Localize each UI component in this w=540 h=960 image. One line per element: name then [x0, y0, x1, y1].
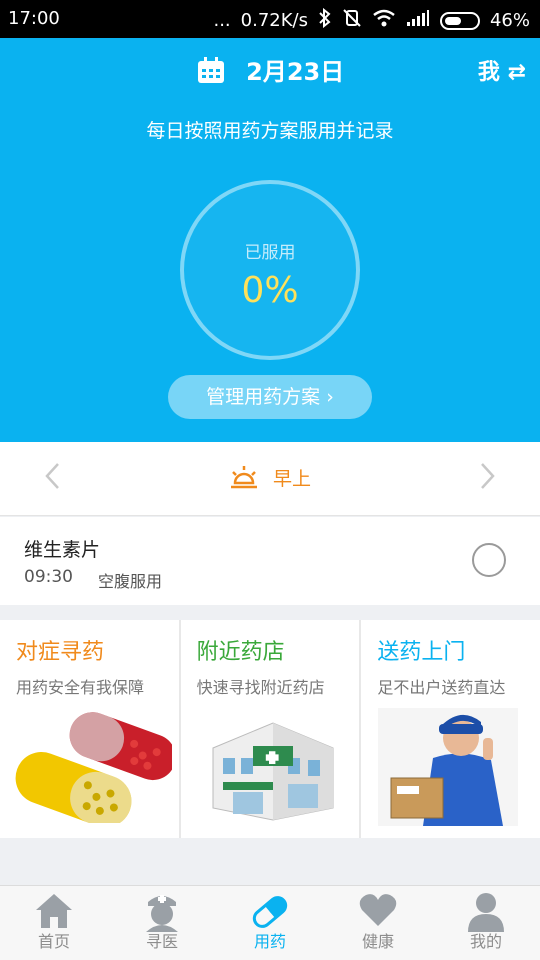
nav-label: 首页: [37, 932, 70, 951]
progress-label: 已服用: [244, 243, 296, 263]
card-subtitle: 快速寻找附近药店: [196, 678, 325, 697]
card-subtitle: 用药安全有我保障: [16, 678, 145, 697]
period-selector: 早上: [0, 442, 540, 516]
card-title: 对症寻药: [16, 640, 105, 665]
nav-home[interactable]: 首页: [0, 886, 108, 960]
status-dots: ...: [213, 10, 231, 31]
progress-ring: 已服用 0%: [180, 180, 360, 360]
nav-profile[interactable]: 我的: [432, 886, 540, 960]
service-cards: 对症寻药 用药安全有我保障 附近药店 快速寻找附近药店 送药上门 足不出户送药直…: [0, 620, 540, 838]
battery-percent: 46%: [489, 10, 530, 31]
progress-value: 0%: [241, 270, 299, 311]
taken-checkbox[interactable]: [472, 543, 506, 577]
calendar-icon: [196, 57, 226, 91]
doctor-icon: [146, 895, 178, 932]
card-title: 送药上门: [377, 640, 466, 665]
nav-label: 用药: [253, 932, 286, 951]
vibrate-off-icon: [342, 8, 362, 33]
card-title: 附近药店: [196, 640, 285, 665]
current-date: 2月23日: [246, 58, 345, 86]
status-indicators: ... 0.72K/s 46%: [213, 7, 530, 33]
nav-health[interactable]: 健康: [324, 886, 432, 960]
switch-user-button[interactable]: 我 ⇄: [478, 54, 526, 86]
nav-label: 我的: [469, 932, 502, 951]
medication-header: 2月23日 我 ⇄ 每日按照用药方案服用并记录 已服用 0% 管理用药方案 ›: [0, 38, 540, 442]
card-nearby-pharmacy[interactable]: 附近药店 快速寻找附近药店: [180, 620, 360, 838]
status-time: 17:00: [8, 8, 60, 29]
period-label-row: 早上: [0, 464, 540, 496]
period-label: 早上: [273, 468, 312, 490]
card-symptom-search[interactable]: 对症寻药 用药安全有我保障: [0, 620, 179, 838]
pill-icon: [252, 896, 288, 928]
medication-item[interactable]: 维生素片 09:30 空腹服用: [0, 517, 540, 605]
user-icon: [468, 893, 504, 932]
pharmacy-building-image: [193, 708, 343, 827]
chevron-right-icon[interactable]: [480, 462, 496, 498]
wifi-icon: [372, 9, 396, 32]
capsules-image: [12, 708, 176, 828]
home-icon: [36, 894, 72, 928]
date-selector[interactable]: 2月23日: [0, 52, 540, 91]
nav-label: 健康: [361, 932, 394, 951]
card-subtitle: 足不出户送药直达: [377, 678, 506, 697]
medication-name: 维生素片: [24, 539, 101, 561]
signal-icon: [406, 9, 430, 32]
status-bar: 17:00 ... 0.72K/s 46%: [0, 0, 540, 38]
sunrise-icon: [229, 465, 259, 496]
nav-label: 寻医: [145, 932, 178, 951]
nav-medication[interactable]: 用药: [216, 886, 324, 960]
medication-time: 09:30: [24, 567, 73, 587]
bottom-nav: 首页 寻医 用药 健康 我的: [0, 885, 540, 960]
bluetooth-icon: [318, 7, 332, 33]
manage-plan-button[interactable]: 管理用药方案 ›: [168, 375, 372, 419]
delivery-man-image: [373, 708, 523, 830]
nav-find-doctor[interactable]: 寻医: [108, 886, 216, 960]
heart-icon: [359, 894, 397, 926]
card-home-delivery[interactable]: 送药上门 足不出户送药直达: [361, 620, 540, 838]
battery-icon: [439, 11, 480, 30]
network-speed: 0.72K/s: [240, 10, 308, 31]
medication-note: 空腹服用: [98, 572, 163, 591]
header-subtitle: 每日按照用药方案服用并记录: [146, 120, 394, 142]
